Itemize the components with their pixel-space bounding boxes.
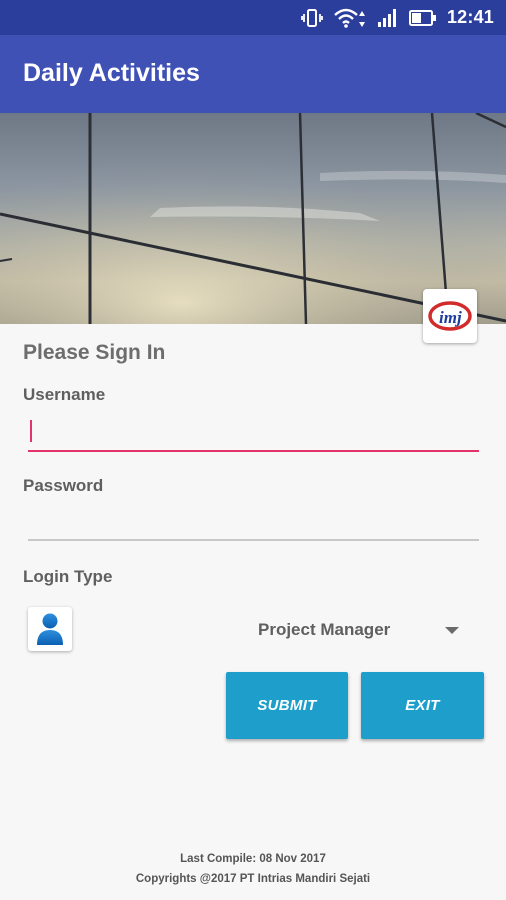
sign-in-heading: Please Sign In [23, 341, 166, 364]
battery-icon [408, 9, 437, 27]
copyright-text: Copyrights @2017 PT Intrias Mandiri Seja… [135, 873, 371, 885]
password-underline [28, 539, 479, 541]
svg-text:imj: imj [439, 308, 462, 327]
last-compile-text: Last Compile: 08 Nov 2017 [180, 853, 326, 865]
vibrate-icon [301, 8, 323, 28]
username-label: Username [23, 385, 106, 404]
username-input[interactable] [28, 412, 479, 452]
app-title: Daily Activities [23, 59, 200, 87]
login-type-value: Project Manager [258, 620, 391, 639]
app-bar: Daily Activities [0, 35, 506, 113]
text-cursor [30, 420, 32, 442]
company-logo: imj [423, 289, 477, 343]
exit-button[interactable]: EXIT [361, 672, 484, 739]
signal-icon [377, 8, 399, 28]
status-bar: 12:41 [0, 0, 506, 35]
login-screen: 12:41 Daily Activities imj Please Sign I… [0, 0, 506, 900]
password-input[interactable] [28, 501, 479, 541]
user-icon-button[interactable] [28, 607, 72, 651]
wifi-icon [333, 7, 367, 29]
clock: 12:41 [446, 7, 494, 27]
submit-button[interactable]: SUBMIT [226, 672, 348, 739]
login-type-label: Login Type [23, 567, 113, 586]
username-field[interactable] [28, 412, 479, 452]
username-underline [28, 450, 479, 452]
password-label: Password [23, 476, 104, 495]
login-type-dropdown[interactable]: Project Manager [230, 610, 480, 650]
password-field[interactable] [28, 501, 479, 541]
dropdown-arrow-icon [445, 627, 459, 634]
user-icon [37, 613, 63, 645]
